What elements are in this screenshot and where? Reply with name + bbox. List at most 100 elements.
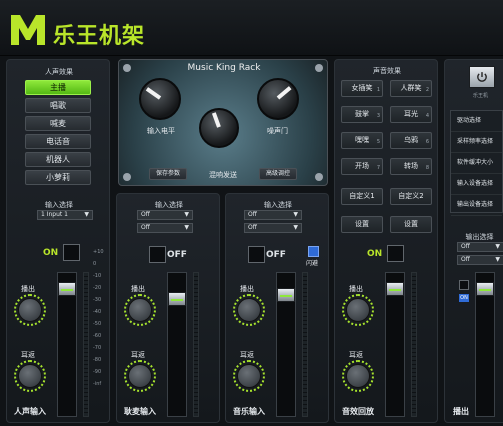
output-dropdown-2-value: Off — [461, 256, 470, 263]
voice-fx-item-3[interactable]: 电话音 — [25, 134, 91, 149]
chevron-down-icon: ▼ — [184, 224, 189, 231]
toggle-switch[interactable] — [248, 246, 265, 263]
ear-knob[interactable] — [128, 364, 152, 388]
channel-name: 音效回放 — [342, 407, 374, 416]
menu-item-driver[interactable]: 驱动选择 — [451, 111, 502, 132]
channel-name: 音乐输入 — [233, 407, 265, 416]
fader-handle[interactable] — [168, 292, 186, 306]
output-dropdown-2[interactable]: Off ▼ — [457, 255, 503, 265]
ch3-dropdown-1[interactable]: Off ▼ — [244, 210, 302, 220]
sound-fx-item-label: 开场 — [355, 162, 369, 170]
level-meter — [193, 272, 199, 417]
sound-fx-number: 3 — [376, 113, 380, 119]
advanced-button[interactable]: 高级调控 — [259, 168, 297, 180]
monitor-toggle-switch[interactable] — [459, 280, 469, 290]
ch2-dropdown-2[interactable]: Off ▼ — [137, 223, 193, 233]
monitor-knob[interactable] — [237, 298, 261, 322]
sound-fx-item-3[interactable]: 耳光 4 — [390, 106, 432, 123]
ear-knob[interactable] — [18, 364, 42, 388]
sound-fx-item-0[interactable]: 女插笑 1 — [341, 80, 383, 97]
chevron-down-icon: ▼ — [495, 243, 500, 250]
chevron-down-icon: ▼ — [495, 256, 500, 263]
sound-fx-number: 5 — [376, 139, 380, 145]
chevron-down-icon: ▼ — [84, 211, 89, 218]
menu-item-input-device[interactable]: 输入设备选择 — [451, 174, 502, 195]
voice-fx-panel: 人声效果 主播 唱歌 喊麦 电话音 机器人 小萝莉 输入选择 1 Input 1… — [6, 59, 110, 423]
title-bar: 乐王机架 — [0, 0, 503, 56]
menu-item-buffer-size[interactable]: 软件缓冲大小 — [451, 153, 502, 174]
ear-label: 耳返 — [240, 351, 254, 359]
voice-toggle[interactable]: ON — [43, 244, 83, 262]
fader-handle[interactable] — [476, 282, 494, 296]
sound-fx-item-label: 人群笑 — [400, 84, 422, 92]
monitor-knob[interactable] — [128, 298, 152, 322]
sound-fx-item-5[interactable]: 乌鸦 6 — [390, 132, 432, 149]
ch2-dropdown-1[interactable]: Off ▼ — [137, 210, 193, 220]
sound-fx-header: 声音效果 — [373, 67, 401, 75]
sound-fx-item-label: 嘿嘿 — [355, 136, 369, 144]
monitor-knob[interactable] — [18, 298, 42, 322]
sound-fx-item-1[interactable]: 人群笑 2 — [390, 80, 432, 97]
toggle-switch[interactable] — [387, 245, 404, 262]
custom-2-button[interactable]: 自定义2 — [390, 188, 432, 205]
ear-knob[interactable] — [346, 364, 370, 388]
toggle-switch[interactable] — [149, 246, 166, 263]
output-dropdown-1[interactable]: Off ▼ — [457, 242, 503, 252]
menu-item-sample-rate[interactable]: 采样频率选择 — [451, 132, 502, 153]
ch3-dropdown-2[interactable]: Off ▼ — [244, 223, 302, 233]
monitor-on-badge[interactable]: ON — [459, 294, 469, 302]
app-window: 乐王机架 人声效果 主播 唱歌 喊麦 电话音 机器人 小萝莉 输入选择 1 In… — [0, 0, 503, 426]
sound-fx-item-label: 女插笑 — [351, 84, 373, 92]
fader-handle[interactable] — [277, 288, 295, 302]
sound-fx-item-6[interactable]: 开场 7 — [341, 158, 383, 175]
scale-label-3: -20 — [93, 285, 102, 291]
sound-fx-item-4[interactable]: 嘿嘿 5 — [341, 132, 383, 149]
monitor-knob[interactable] — [346, 298, 370, 322]
scale-label-0: +10 — [93, 249, 104, 255]
scale-label-10: -90 — [93, 369, 102, 375]
ch2-toggle[interactable]: OFF — [149, 246, 195, 264]
reverb-send-knob[interactable] — [199, 108, 239, 148]
custom-1-settings-button[interactable]: 设置 — [341, 216, 383, 233]
app-title: 乐王机架 — [53, 24, 146, 49]
output-select-label: 输出选择 — [465, 233, 494, 241]
voice-fx-item-5[interactable]: 小萝莉 — [25, 170, 91, 185]
flash-label: 闪避 — [306, 260, 319, 267]
sound-fx-item-2[interactable]: 鼓掌 3 — [341, 106, 383, 123]
sound-fx-number: 2 — [425, 87, 429, 93]
screw-icon — [315, 64, 323, 72]
toggle-switch[interactable] — [63, 244, 80, 261]
level-meter — [411, 272, 417, 417]
custom-1-button[interactable]: 自定义1 — [341, 188, 383, 205]
voice-fx-item-4[interactable]: 机器人 — [25, 152, 91, 167]
channel-name: 播出 — [453, 407, 469, 416]
ear-knob[interactable] — [237, 364, 261, 388]
monitor-label: 播出 — [240, 285, 254, 293]
flash-toggle[interactable] — [308, 246, 319, 257]
chevron-down-icon: ▼ — [293, 211, 298, 218]
voice-fx-item-1[interactable]: 唱歌 — [25, 98, 91, 113]
save-params-button[interactable]: 保存参数 — [149, 168, 187, 180]
sound-fx-toggle[interactable]: ON — [367, 245, 407, 263]
sound-fx-item-7[interactable]: 转场 8 — [390, 158, 432, 175]
fader-handle[interactable] — [58, 282, 76, 296]
menu-item-output-device[interactable]: 输出设备选择 — [451, 195, 502, 216]
ch3-toggle[interactable]: OFF — [248, 246, 294, 264]
fader-handle[interactable] — [386, 282, 404, 296]
toggle-off-label: OFF — [266, 250, 286, 260]
custom-2-settings-button[interactable]: 设置 — [390, 216, 432, 233]
sound-fx-panel: 声音效果 女插笑 1 人群笑 2 鼓掌 3 耳光 4 嘿嘿 5 乌鸦 6 开场 7 转场 8 自… — [334, 59, 438, 423]
voice-fx-item-0[interactable]: 主播 — [25, 80, 91, 95]
input-level-knob[interactable] — [139, 78, 181, 120]
gate-knob[interactable] — [257, 78, 299, 120]
rack-title: Music King Rack — [187, 63, 261, 73]
voice-fx-item-2[interactable]: 喊麦 — [25, 116, 91, 131]
ch3-dropdown-1-value: Off — [248, 211, 257, 218]
ch2-input-select-label: 输入选择 — [155, 201, 183, 209]
input-select-dropdown[interactable]: 1 Input 1 ▼ — [37, 210, 93, 220]
scale-label-11: -inf — [93, 381, 102, 387]
channel-name: 人声输入 — [14, 407, 46, 416]
scale-label-4: -30 — [93, 297, 102, 303]
toggle-off-label: OFF — [167, 250, 187, 260]
power-button[interactable] — [469, 66, 495, 88]
